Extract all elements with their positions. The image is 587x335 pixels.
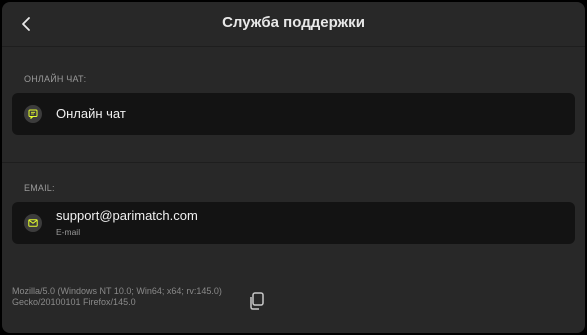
header: Служба поддержки xyxy=(2,2,585,47)
email-item[interactable]: support@parimatch.com E-mail xyxy=(12,202,575,244)
email-section-label: EMAIL: xyxy=(24,183,55,193)
online-chat-item[interactable]: Онлайн чат xyxy=(12,93,575,135)
email-subtitle: E-mail xyxy=(56,227,81,237)
chat-icon xyxy=(24,105,42,123)
user-agent-line: Mozilla/5.0 (Windows NT 10.0; Win64; x64… xyxy=(12,286,222,296)
copy-button[interactable] xyxy=(248,292,264,310)
envelope-icon xyxy=(24,214,42,232)
page-title: Служба поддержки xyxy=(222,14,365,31)
support-panel: Служба поддержки ОНЛАЙН ЧАТ: Онлайн чат … xyxy=(2,2,585,333)
copy-icon xyxy=(250,292,264,310)
online-chat-section-label: ОНЛАЙН ЧАТ: xyxy=(24,74,87,84)
user-agent-line: Gecko/20100101 Firefox/145.0 xyxy=(12,297,136,307)
section-divider xyxy=(2,162,585,163)
online-chat-title: Онлайн чат xyxy=(56,106,126,121)
user-agent-info: Mozilla/5.0 (Windows NT 10.0; Win64; x64… xyxy=(12,286,242,308)
email-address: support@parimatch.com xyxy=(56,208,198,223)
